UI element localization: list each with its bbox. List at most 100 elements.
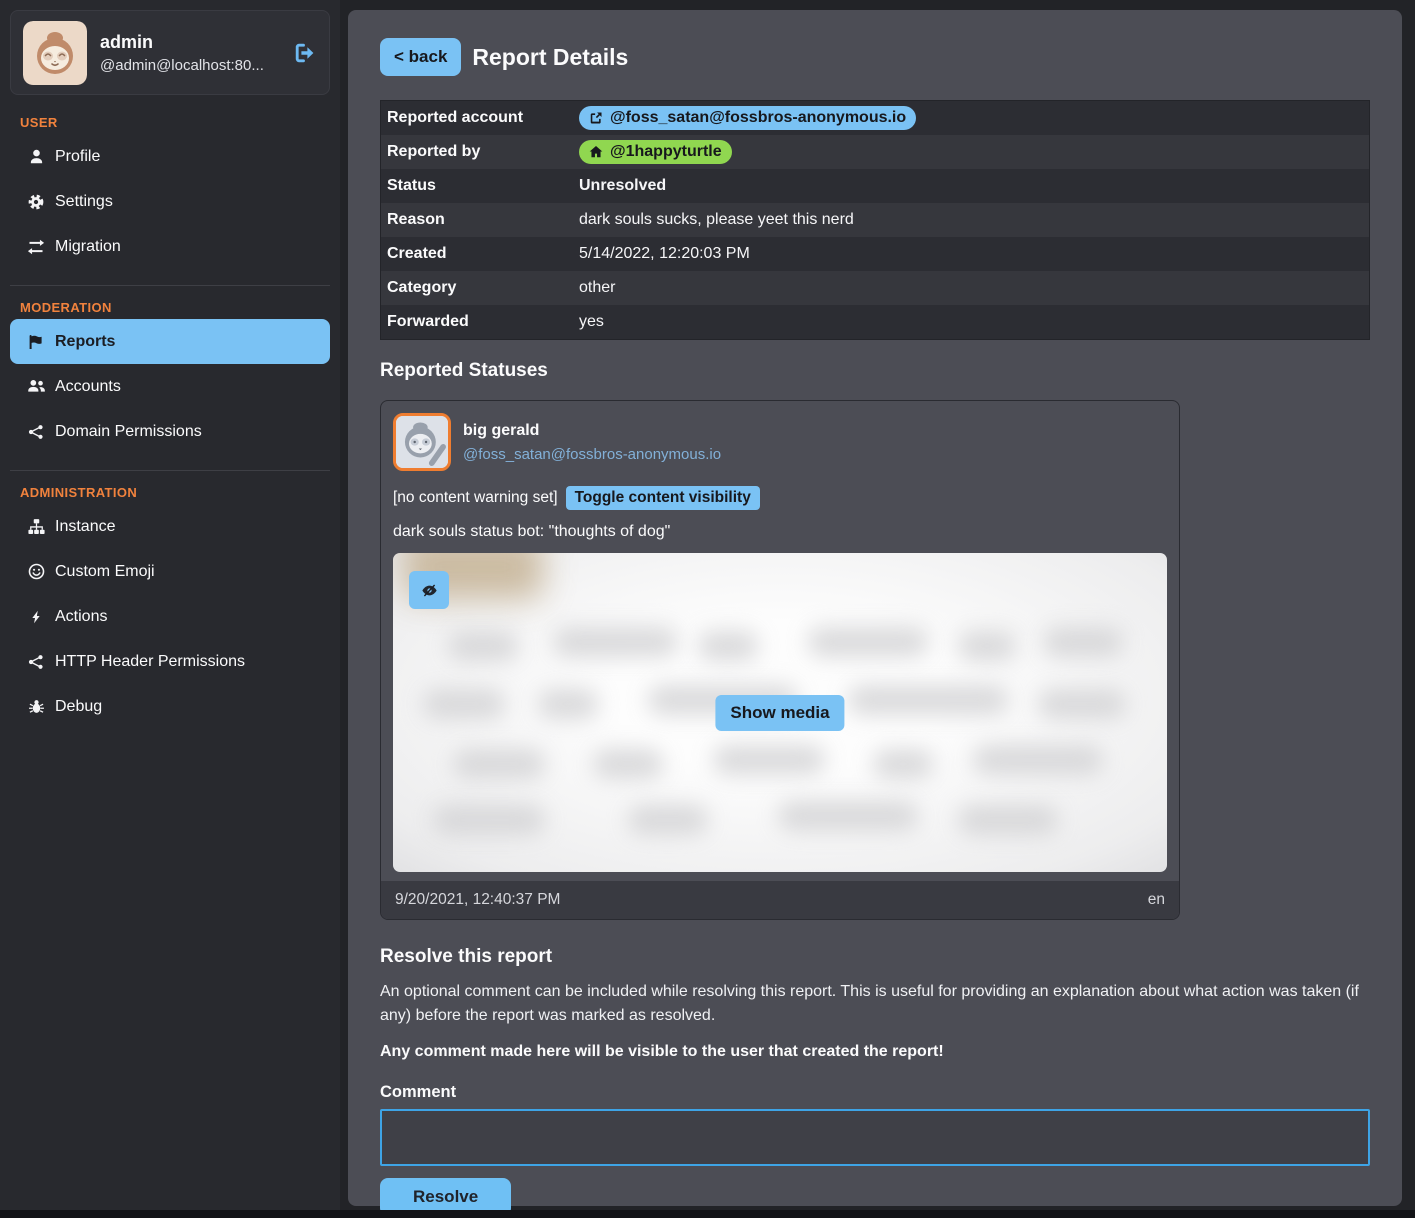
table-row-reported-by: Reported by @1happyturtle	[381, 135, 1369, 169]
status-account-link[interactable]: @foss_satan@fossbros-anonymous.io	[463, 446, 721, 463]
flag-icon	[26, 334, 46, 350]
reason-value: dark souls sucks, please yeet this nerd	[579, 211, 854, 229]
row-label: Reason	[381, 211, 579, 229]
content-warning-row: [no content warning set] Toggle content …	[393, 486, 1167, 510]
media-blur-blob	[958, 631, 1016, 661]
media-blur-blob	[553, 627, 678, 657]
status-footer: 9/20/2021, 12:40:37 PM en	[381, 881, 1179, 919]
sidebar-item-actions[interactable]: Actions	[10, 594, 330, 639]
media-blur-blob	[1043, 627, 1123, 657]
sidebar-item-label: Migration	[55, 238, 121, 256]
sidebar-item-profile[interactable]: Profile	[10, 134, 330, 179]
reported-by-handle: @1happyturtle	[610, 143, 722, 161]
sidebar-item-migration[interactable]: Migration	[10, 224, 330, 269]
media-blur-blob	[713, 745, 825, 775]
nav-section-user: USER Profile Settings	[10, 101, 330, 275]
gears-icon	[26, 193, 46, 211]
show-media-button[interactable]: Show media	[715, 695, 844, 731]
resolve-warning: Any comment made here will be visible to…	[380, 1043, 1370, 1061]
nav-section-administration: ADMINISTRATION Instance	[10, 470, 330, 735]
share-nodes-icon	[26, 424, 46, 440]
reported-account-handle: @foss_satan@fossbros-anonymous.io	[610, 109, 906, 127]
media-blur-blob	[593, 749, 663, 779]
row-label: Created	[381, 245, 579, 263]
table-row-status: Status Unresolved	[381, 169, 1369, 203]
sitemap-icon	[26, 518, 46, 535]
sidebar-item-debug[interactable]: Debug	[10, 684, 330, 729]
title-row: < back Report Details	[380, 38, 1370, 76]
status-avatar	[393, 413, 451, 471]
row-label: Reported by	[381, 143, 579, 161]
created-value: 5/14/2022, 12:20:03 PM	[579, 245, 750, 263]
resolve-heading: Resolve this report	[380, 946, 1370, 968]
table-row-created: Created 5/14/2022, 12:20:03 PM	[381, 237, 1369, 271]
hide-media-button[interactable]	[409, 571, 449, 609]
table-row-category: Category other	[381, 271, 1369, 305]
eye-slash-icon	[420, 582, 439, 599]
media-blur-blob	[453, 749, 545, 779]
category-value: other	[579, 279, 615, 297]
table-row-reported-account: Reported account @foss_satan@fossbros-an…	[381, 101, 1369, 135]
logout-button[interactable]	[293, 41, 317, 65]
sidebar-item-label: Accounts	[55, 378, 121, 396]
status-content: dark souls status bot: "thoughts of dog"	[393, 523, 1167, 541]
reported-account-pill[interactable]: @foss_satan@fossbros-anonymous.io	[579, 106, 916, 130]
nav-section-label: ADMINISTRATION	[20, 485, 330, 500]
nav-section-label: MODERATION	[20, 300, 330, 315]
sidebar-item-reports[interactable]: Reports	[10, 319, 330, 364]
toggle-content-visibility-button[interactable]: Toggle content visibility	[566, 486, 760, 510]
sidebar-item-instance[interactable]: Instance	[10, 504, 330, 549]
report-details-table: Reported account @foss_satan@fossbros-an…	[380, 100, 1370, 340]
swap-arrows-icon	[26, 238, 46, 256]
user-card[interactable]: admin @admin@localhost:80...	[10, 10, 330, 95]
share-nodes-icon	[26, 654, 46, 670]
sidebar-item-custom-emoji[interactable]: Custom Emoji	[10, 549, 330, 594]
status-value: Unresolved	[579, 177, 666, 195]
comment-input[interactable]	[380, 1109, 1370, 1166]
media-blur-blob	[848, 685, 1008, 715]
sidebar-item-accounts[interactable]: Accounts	[10, 364, 330, 409]
reported-by-pill[interactable]: @1happyturtle	[579, 140, 732, 164]
status-media: Show media	[393, 553, 1167, 872]
sign-out-icon	[293, 41, 317, 65]
table-row-forwarded: Forwarded yes	[381, 305, 1369, 339]
media-blur-blob	[958, 805, 1058, 835]
report-details-panel: < back Report Details Reported account @…	[348, 10, 1402, 1206]
content-warning-label: [no content warning set]	[393, 489, 558, 507]
row-label: Category	[381, 279, 579, 297]
user-name: admin	[100, 32, 264, 53]
sidebar-item-label: HTTP Header Permissions	[55, 653, 245, 671]
home-icon	[589, 145, 603, 159]
status-timestamp: 9/20/2021, 12:40:37 PM	[395, 891, 560, 909]
bug-icon	[26, 698, 46, 715]
media-blur-blob	[538, 689, 598, 719]
users-icon	[26, 378, 46, 395]
row-label: Status	[381, 177, 579, 195]
comment-label: Comment	[380, 1083, 1370, 1102]
sidebar-item-settings[interactable]: Settings	[10, 179, 330, 224]
external-link-icon	[589, 111, 603, 125]
media-blur-blob	[628, 805, 708, 835]
sidebar-item-label: Debug	[55, 698, 102, 716]
sidebar-item-label: Actions	[55, 608, 107, 626]
sidebar-item-http-header-permissions[interactable]: HTTP Header Permissions	[10, 639, 330, 684]
reported-statuses-heading: Reported Statuses	[380, 360, 1370, 382]
smiley-icon	[26, 563, 46, 580]
row-label: Forwarded	[381, 313, 579, 331]
sidebar-item-domain-permissions[interactable]: Domain Permissions	[10, 409, 330, 454]
sidebar: admin @admin@localhost:80... USER Profil…	[0, 0, 340, 1210]
user-handle: @admin@localhost:80...	[100, 57, 264, 74]
status-display-name: big gerald	[463, 422, 721, 440]
sidebar-item-label: Instance	[55, 518, 115, 536]
media-blur-blob	[433, 805, 545, 835]
back-button[interactable]: < back	[380, 38, 461, 76]
media-blur-blob	[873, 749, 933, 779]
media-blur-blob	[448, 631, 518, 661]
sidebar-item-label: Settings	[55, 193, 113, 211]
row-label: Reported account	[381, 109, 579, 127]
page-footer-strip	[0, 1210, 1415, 1218]
user-icon	[26, 148, 46, 165]
nav-section-label: USER	[20, 115, 330, 130]
page-title: Report Details	[472, 44, 628, 71]
table-row-reason: Reason dark souls sucks, please yeet thi…	[381, 203, 1369, 237]
